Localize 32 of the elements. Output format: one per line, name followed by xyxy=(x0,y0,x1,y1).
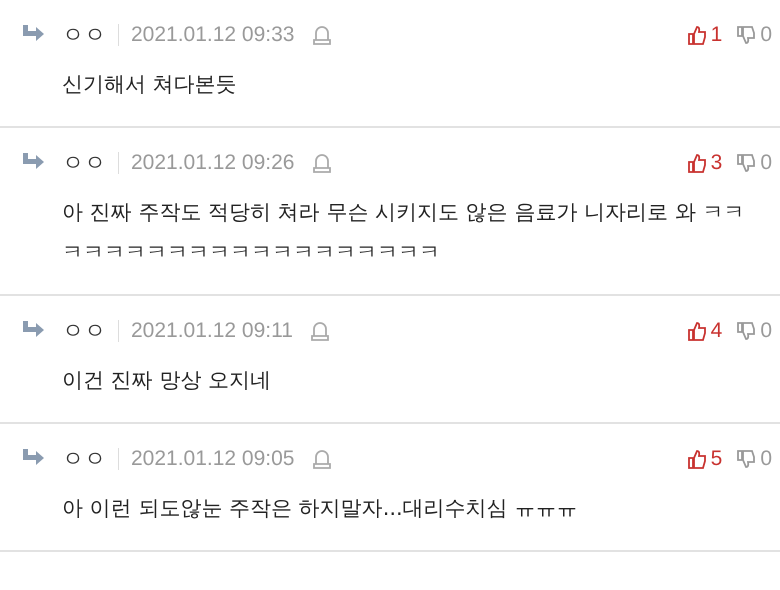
comment-date: 2021.01.12 09:26 xyxy=(131,151,294,175)
thumbs-down-icon xyxy=(736,449,756,469)
thumbs-down-icon xyxy=(736,153,756,173)
author-name: ㅇㅇ xyxy=(62,446,106,474)
comment-text: 신기해서 쳐다본듯 xyxy=(62,71,238,98)
thumbs-up-icon xyxy=(686,321,707,341)
dislike-button[interactable]: 0 xyxy=(736,23,772,47)
thumbs-down-icon xyxy=(736,321,756,341)
comment-text: 아 진짜 주작도 적당히 쳐라 무슨 시키지도 않은 음료가 니자리로 와 ㅋㅋㅋㅋㅋㅋㅋㅋㅋㅋㅋㅋㅋㅋㅋㅋㅋㅋㅋㅋ xyxy=(62,199,746,266)
thumbs-up-icon xyxy=(686,25,707,45)
like-button[interactable]: 1 xyxy=(686,23,722,47)
comment-date: 2021.01.12 09:11 xyxy=(131,319,293,343)
thumbs-up-icon xyxy=(686,153,707,173)
thumbs-up-icon xyxy=(686,449,707,469)
bell-icon[interactable] xyxy=(310,24,332,46)
dislike-button[interactable]: 0 xyxy=(736,447,772,471)
author-name: ㅇㅇ xyxy=(62,22,106,50)
comment-text: 아 이런 되도않눈 주작은 하지말자...대리수치심 ㅠㅠㅠ xyxy=(62,495,578,522)
author-name: ㅇㅇ xyxy=(62,318,106,346)
comment-date: 2021.01.12 09:33 xyxy=(131,23,294,47)
bell-icon[interactable] xyxy=(310,152,332,174)
bell-icon[interactable] xyxy=(310,448,332,470)
bell-icon[interactable] xyxy=(308,320,331,342)
dislike-button[interactable]: 0 xyxy=(736,151,772,175)
like-button[interactable]: 4 xyxy=(686,319,722,343)
like-button[interactable]: 3 xyxy=(686,151,722,175)
comment-date: 2021.01.12 09:05 xyxy=(131,447,294,471)
comment-text: 이건 진짜 망상 오지네 xyxy=(62,367,272,394)
like-button[interactable]: 5 xyxy=(686,447,722,471)
thumbs-down-icon xyxy=(736,25,756,45)
dislike-button[interactable]: 0 xyxy=(736,319,772,343)
author-name: ㅇㅇ xyxy=(62,150,106,178)
